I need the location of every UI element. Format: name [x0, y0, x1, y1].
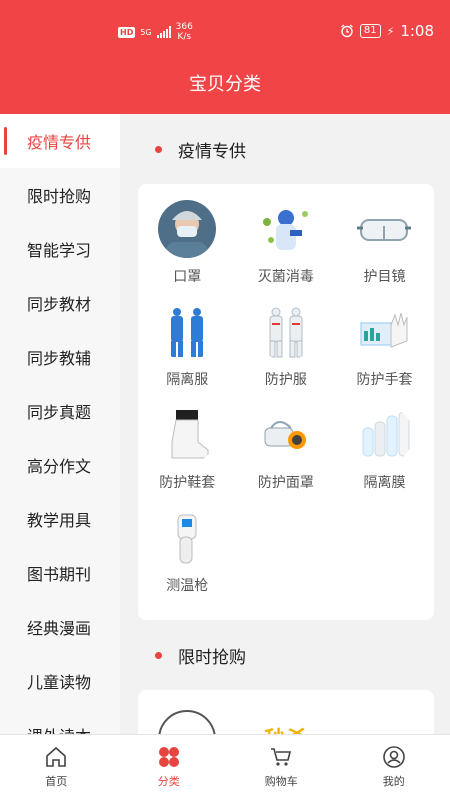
category-item-isolation-gown[interactable]: 隔离服 — [138, 297, 237, 400]
section-header: 限时抢购 — [120, 620, 450, 690]
category-item-label: 防护手套 — [356, 372, 413, 388]
category-item-free-shipping[interactable]: 包邮 — [138, 690, 237, 734]
speed-value: 366 — [175, 22, 193, 32]
category-item-protective-suit[interactable]: 防护服 — [237, 297, 336, 400]
status-right: 81 ⚡ 1:08 — [340, 22, 434, 40]
sidebar-item-exam-papers[interactable]: 同步真题 — [0, 384, 120, 438]
clock: 1:08 — [400, 22, 434, 40]
category-item-mask[interactable]: 口罩 — [138, 194, 237, 297]
category-item-label: 灭菌消毒 — [257, 269, 314, 285]
network-speed: 366 K/s — [176, 22, 193, 42]
alarm-icon — [340, 24, 353, 38]
category-item-label: 防护鞋套 — [159, 475, 216, 491]
tab-home[interactable]: 首页 — [0, 735, 113, 800]
sidebar-item-label: 疫情专供 — [27, 133, 92, 152]
bottom-tabbar: 首页 分类 购物车 我的 — [0, 734, 450, 800]
flash-sale-text: 秒杀 — [257, 722, 315, 734]
category-item-respirator[interactable]: 防护面罩 — [237, 400, 336, 503]
thermometer-gun-icon — [158, 509, 217, 567]
section-title: 疫情专供 — [178, 141, 246, 162]
category-item-label: 防护面罩 — [257, 475, 314, 491]
charging-icon: ⚡ — [386, 24, 395, 38]
category-item-shoe-cover[interactable]: 防护鞋套 — [138, 400, 237, 503]
sidebar-item-essays[interactable]: 高分作文 — [0, 438, 120, 492]
flash-sale-icon: 秒杀 — [256, 710, 315, 734]
section-title: 限时抢购 — [178, 647, 246, 668]
sidebar-item-label: 同步教辅 — [27, 349, 92, 368]
disinfection-icon — [256, 200, 315, 258]
cart-icon — [271, 748, 292, 766]
tab-label: 我的 — [382, 775, 405, 788]
tab-cart[interactable]: 购物车 — [225, 735, 338, 800]
section-dot-icon — [155, 145, 162, 153]
sidebar-item-books-journals[interactable]: 图书期刊 — [0, 546, 120, 600]
sidebar-item-label: 智能学习 — [27, 241, 92, 260]
sidebar-item-comics[interactable]: 经典漫画 — [0, 600, 120, 654]
category-item-label: 口罩 — [173, 269, 202, 285]
category-item-label: 隔离服 — [166, 372, 209, 388]
tab-category[interactable]: 分类 — [113, 735, 226, 800]
category-item-isolation-film[interactable]: 隔离膜 — [335, 400, 434, 503]
sidebar-item-extracurricular[interactable]: 课外读本 — [0, 708, 120, 734]
sidebar-item-textbooks[interactable]: 同步教材 — [0, 276, 120, 330]
isolation-gown-icon — [158, 303, 217, 361]
product-grid: 口罩 灭菌消毒 护目镜 隔离服 防护服 防护手套 防护鞋套 防护面罩 隔离膜 测… — [138, 194, 434, 606]
signal-icon — [156, 26, 171, 38]
status-bar: HD 5G 366 K/s 81 ⚡ 1:08 — [0, 18, 450, 48]
category-item-protective-gloves[interactable]: 防护手套 — [335, 297, 434, 400]
category-item-label: 防护服 — [264, 372, 307, 388]
sidebar-item-label: 课外读本 — [27, 723, 91, 734]
tab-label: 分类 — [157, 775, 180, 788]
tab-label: 首页 — [45, 775, 68, 788]
goggles-icon — [355, 200, 414, 258]
category-item-label: 隔离膜 — [363, 475, 406, 491]
face-mask-icon — [158, 200, 217, 258]
category-item-thermometer-gun[interactable]: 测温枪 — [138, 503, 237, 606]
page-title: 宝贝分类 — [189, 74, 261, 95]
category-item-disinfection[interactable]: 灭菌消毒 — [237, 194, 336, 297]
shoe-cover-icon — [158, 406, 217, 464]
category-icon — [158, 747, 179, 767]
sidebar-item-label: 同步教材 — [27, 295, 92, 314]
category-content: 疫情专供 口罩 灭菌消毒 护目镜 隔离服 防护服 防护手套 防护鞋套 防护面罩 … — [120, 114, 450, 734]
network-label: 5G — [140, 27, 152, 37]
sidebar-item-label: 经典漫画 — [27, 619, 92, 638]
respirator-icon — [256, 406, 315, 464]
sidebar-item-label: 图书期刊 — [27, 565, 92, 584]
section-header: 疫情专供 — [120, 114, 450, 184]
app-header: HD 5G 366 K/s 81 ⚡ 1:08 宝贝分类 — [0, 0, 450, 114]
sidebar-item-label: 儿童读物 — [27, 673, 92, 692]
sidebar-item-label: 高分作文 — [27, 457, 92, 476]
sidebar-item-smart-learning[interactable]: 智能学习 — [0, 222, 120, 276]
isolation-film-icon — [355, 406, 414, 464]
sidebar-item-flash-sale[interactable]: 限时抢购 — [0, 168, 120, 222]
protective-suit-icon — [256, 303, 315, 361]
section-dot-icon — [155, 651, 162, 659]
protective-gloves-icon — [355, 303, 414, 361]
free-shipping-stamp-icon: 包邮 — [158, 710, 217, 734]
sidebar-item-study-aids[interactable]: 同步教辅 — [0, 330, 120, 384]
status-left: HD 5G 366 K/s — [118, 22, 193, 42]
section-card: 口罩 灭菌消毒 护目镜 隔离服 防护服 防护手套 防护鞋套 防护面罩 隔离膜 测… — [138, 184, 434, 620]
category-sidebar: 疫情专供 限时抢购 智能学习 同步教材 同步教辅 同步真题 高分作文 教学用具 … — [0, 114, 120, 734]
sidebar-item-teaching-tools[interactable]: 教学用具 — [0, 492, 120, 546]
category-item-label: 测温枪 — [166, 578, 209, 594]
sidebar-item-epidemic-supply[interactable]: 疫情专供 — [0, 114, 120, 168]
sidebar-item-label: 限时抢购 — [27, 187, 92, 206]
speed-unit: K/s — [177, 32, 192, 42]
tab-profile[interactable]: 我的 — [338, 735, 450, 800]
sidebar-item-label: 教学用具 — [27, 511, 92, 530]
category-item-goggles[interactable]: 护目镜 — [335, 194, 434, 297]
profile-icon — [382, 746, 405, 768]
hd-badge: HD — [118, 26, 136, 38]
section-card: 包邮 秒杀 — [138, 690, 434, 734]
home-icon — [46, 746, 67, 767]
category-item-label: 护目镜 — [363, 269, 406, 285]
sidebar-item-label: 同步真题 — [27, 403, 92, 422]
tab-label: 购物车 — [264, 775, 298, 788]
sidebar-item-childrens-books[interactable]: 儿童读物 — [0, 654, 120, 708]
battery-level: 81 — [359, 24, 381, 38]
category-item-flash-deal[interactable]: 秒杀 — [237, 690, 336, 734]
